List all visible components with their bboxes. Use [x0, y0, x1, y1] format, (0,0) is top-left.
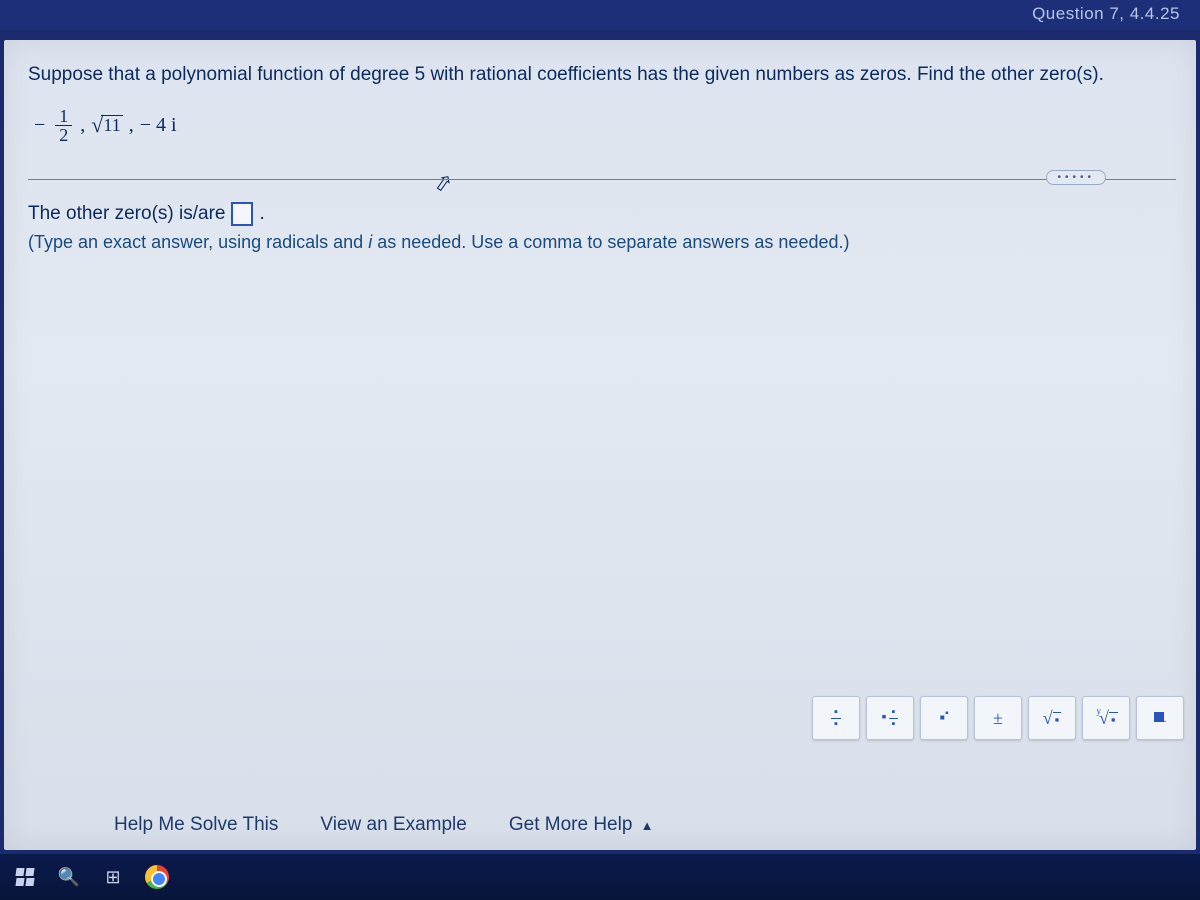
get-more-help-label: Get More Help — [509, 814, 633, 835]
help-me-solve-link[interactable]: Help Me Solve This — [114, 814, 278, 836]
fraction-button[interactable]: ▪▪ — [812, 696, 860, 740]
sqrt-11: √ 11 — [91, 112, 122, 138]
hint-rest: as needed. Use a comma to separate answe… — [372, 232, 849, 252]
given-zeros: − 1 2 , √ 11 , − 4 i — [34, 107, 1176, 144]
plus-minus-button[interactable]: ± — [974, 696, 1022, 740]
get-more-help-link[interactable]: Get More Help ▲ — [509, 814, 654, 836]
help-row: Help Me Solve This View an Example Get M… — [114, 814, 654, 836]
mixed-number-button[interactable]: ▪▪▪ — [866, 696, 914, 740]
comma: , — [129, 114, 134, 137]
caret-up-icon: ▲ — [641, 818, 654, 833]
more-button[interactable]: . — [1136, 696, 1184, 740]
start-button[interactable] — [10, 862, 40, 892]
comma: , — [80, 114, 85, 137]
question-panel: Suppose that a polynomial function of de… — [4, 40, 1196, 850]
question-header: Question 7, 4.4.25 — [0, 0, 1200, 30]
answer-line: The other zero(s) is/are . — [28, 202, 1176, 226]
search-button[interactable]: 🔍 — [54, 862, 84, 892]
nth-root-button[interactable]: y√▪ — [1082, 696, 1130, 740]
math-toolbar: ▪▪ ▪▪▪ ▪▪ ± √▪ y√▪ . — [812, 696, 1184, 740]
plus-minus-icon: ± — [993, 708, 1003, 729]
question-label: Question 7, 4.4.25 — [1032, 4, 1180, 23]
question-prompt: Suppose that a polynomial function of de… — [28, 62, 1176, 89]
hint-open: (Type an exact answer, using radicals an… — [28, 232, 368, 252]
expand-pill[interactable]: ••••• — [1046, 170, 1106, 185]
answer-hint: (Type an exact answer, using radicals an… — [28, 232, 1176, 253]
answer-prefix: The other zero(s) is/are — [28, 203, 225, 225]
radical-arg: 11 — [101, 115, 122, 136]
taskbar: 🔍 ⊞ — [0, 854, 1200, 900]
task-view-button[interactable]: ⊞ — [98, 862, 128, 892]
task-view-icon: ⊞ — [105, 867, 120, 888]
chrome-icon — [145, 865, 169, 889]
answer-input[interactable] — [231, 202, 253, 226]
divider-line — [28, 179, 1176, 180]
minus-4i: − 4 i — [140, 114, 177, 137]
fraction-one-half: 1 2 — [55, 107, 72, 144]
answer-suffix: . — [259, 203, 264, 225]
fraction-numerator: 1 — [55, 107, 72, 126]
chrome-button[interactable] — [142, 862, 172, 892]
fraction-denominator: 2 — [55, 126, 72, 144]
exponent-button[interactable]: ▪▪ — [920, 696, 968, 740]
view-example-link[interactable]: View an Example — [320, 814, 466, 836]
sqrt-button[interactable]: √▪ — [1028, 696, 1076, 740]
windows-icon — [16, 868, 34, 886]
negative-sign: − — [34, 114, 45, 137]
search-icon: 🔍 — [58, 867, 80, 888]
section-divider: ••••• — [28, 170, 1176, 188]
